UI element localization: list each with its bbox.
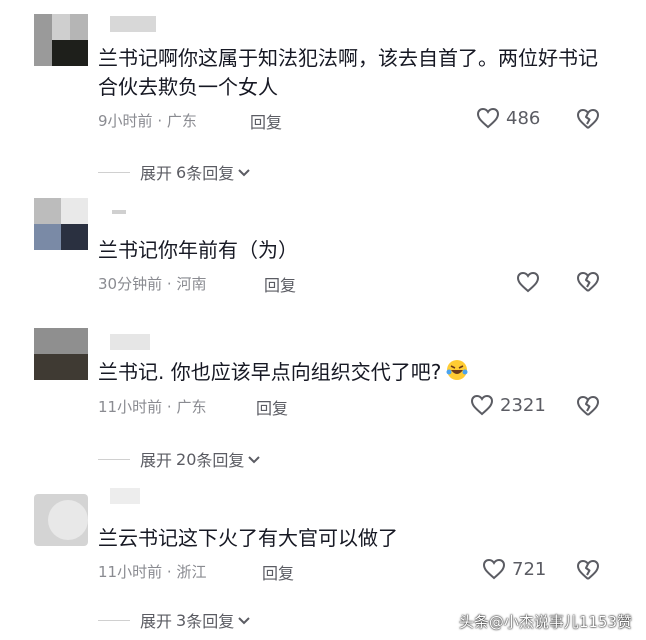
like-count: 2321	[500, 394, 546, 416]
comment-text: 兰书记啊你这属于知法犯法啊，该去自首了。两位好书记合伙去欺负一个女人	[98, 46, 598, 99]
comment-text: 兰书记. 你也应该早点向组织交代了吧?	[98, 358, 608, 390]
laughing-tears-emoji	[445, 358, 469, 390]
reply-button[interactable]: 回复	[250, 109, 282, 133]
expand-replies[interactable]: 展开 3 条回复	[98, 608, 251, 632]
broken-heart-icon	[576, 395, 600, 417]
expand-count: 3	[176, 610, 187, 630]
avatar[interactable]	[34, 494, 88, 546]
comment-time: 11小时前	[98, 563, 163, 581]
username-blurred[interactable]	[112, 210, 126, 214]
divider-line	[98, 458, 130, 460]
like-button[interactable]: 486	[476, 107, 540, 129]
watermark: 头条@小杰说事儿1153赞	[458, 613, 632, 631]
username-blurred[interactable]	[110, 334, 150, 350]
heart-outline-icon	[470, 394, 494, 416]
meta-separator: ·	[166, 275, 172, 293]
comment-time: 9小时前	[98, 112, 153, 130]
comment-text: 兰书记你年前有（为）	[98, 238, 298, 262]
reply-button[interactable]: 回复	[264, 272, 296, 296]
expand-suffix: 条回复	[186, 164, 235, 183]
reply-button[interactable]: 回复	[256, 395, 288, 419]
comment-location: 河南	[176, 275, 207, 293]
avatar[interactable]	[34, 14, 88, 66]
username-blurred[interactable]	[110, 488, 140, 504]
heart-outline-icon	[476, 107, 500, 129]
broken-heart-icon	[576, 108, 600, 130]
chevron-down-icon	[237, 611, 251, 630]
expand-count: 20	[176, 449, 197, 469]
avatar[interactable]	[34, 328, 88, 380]
expand-count: 6	[176, 162, 187, 182]
meta-separator: ·	[166, 563, 172, 581]
expand-label: 展开	[140, 612, 173, 631]
chevron-down-icon	[237, 163, 251, 182]
expand-replies[interactable]: 展开 20 条回复	[98, 447, 261, 471]
comment-text-content: 兰书记. 你也应该早点向组织交代了吧?	[98, 360, 442, 384]
meta-separator: ·	[157, 112, 163, 130]
comment-location: 广东	[166, 112, 197, 130]
divider-line	[98, 171, 130, 173]
heart-outline-icon	[482, 558, 506, 580]
dislike-button[interactable]	[576, 395, 600, 417]
reply-button[interactable]: 回复	[262, 560, 294, 584]
comment-location: 广东	[176, 398, 207, 416]
meta-separator: ·	[166, 398, 172, 416]
comment-time: 11小时前	[98, 398, 163, 416]
comment-meta: 30分钟前 · 河南	[98, 273, 206, 294]
heart-outline-icon	[516, 271, 540, 293]
comment-meta: 9小时前 · 广东	[98, 110, 197, 131]
like-count: 721	[512, 558, 547, 580]
expand-suffix: 条回复	[186, 612, 235, 631]
dislike-button[interactable]	[576, 108, 600, 130]
comment-meta: 11小时前 · 广东	[98, 396, 206, 417]
comment-time: 30分钟前	[98, 275, 163, 293]
like-button[interactable]: 721	[482, 558, 546, 580]
username-blurred[interactable]	[110, 16, 156, 32]
expand-suffix: 条回复	[196, 451, 245, 470]
like-button[interactable]	[516, 271, 540, 293]
broken-heart-icon	[576, 271, 600, 293]
avatar[interactable]	[34, 198, 88, 250]
like-count: 486	[506, 107, 541, 129]
dislike-button[interactable]	[576, 271, 600, 293]
chevron-down-icon	[247, 450, 261, 469]
comment-text: 兰云书记这下火了有大官可以做了	[98, 526, 398, 550]
broken-heart-icon	[576, 559, 600, 581]
like-button[interactable]: 2321	[470, 394, 546, 416]
comment-meta: 11小时前 · 浙江	[98, 561, 206, 582]
comment-location: 浙江	[176, 563, 207, 581]
divider-line	[98, 619, 130, 621]
expand-label: 展开	[140, 451, 173, 470]
expand-label: 展开	[140, 164, 173, 183]
dislike-button[interactable]	[576, 559, 600, 581]
expand-replies[interactable]: 展开 6 条回复	[98, 160, 251, 184]
